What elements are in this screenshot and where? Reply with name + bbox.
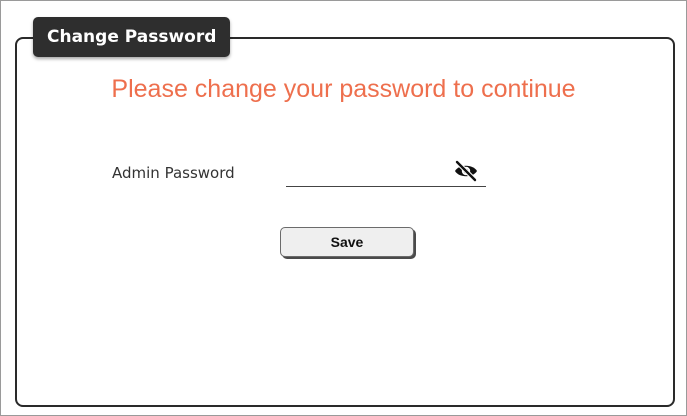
- admin-password-field: [286, 156, 486, 187]
- eye-slash-icon[interactable]: [453, 159, 479, 183]
- admin-password-input[interactable]: [286, 156, 450, 184]
- password-change-notice: Please change your password to continue: [111, 75, 576, 103]
- save-button[interactable]: Save: [280, 227, 414, 257]
- admin-password-label: Admin Password: [112, 164, 235, 182]
- panel-title: Change Password: [33, 17, 231, 57]
